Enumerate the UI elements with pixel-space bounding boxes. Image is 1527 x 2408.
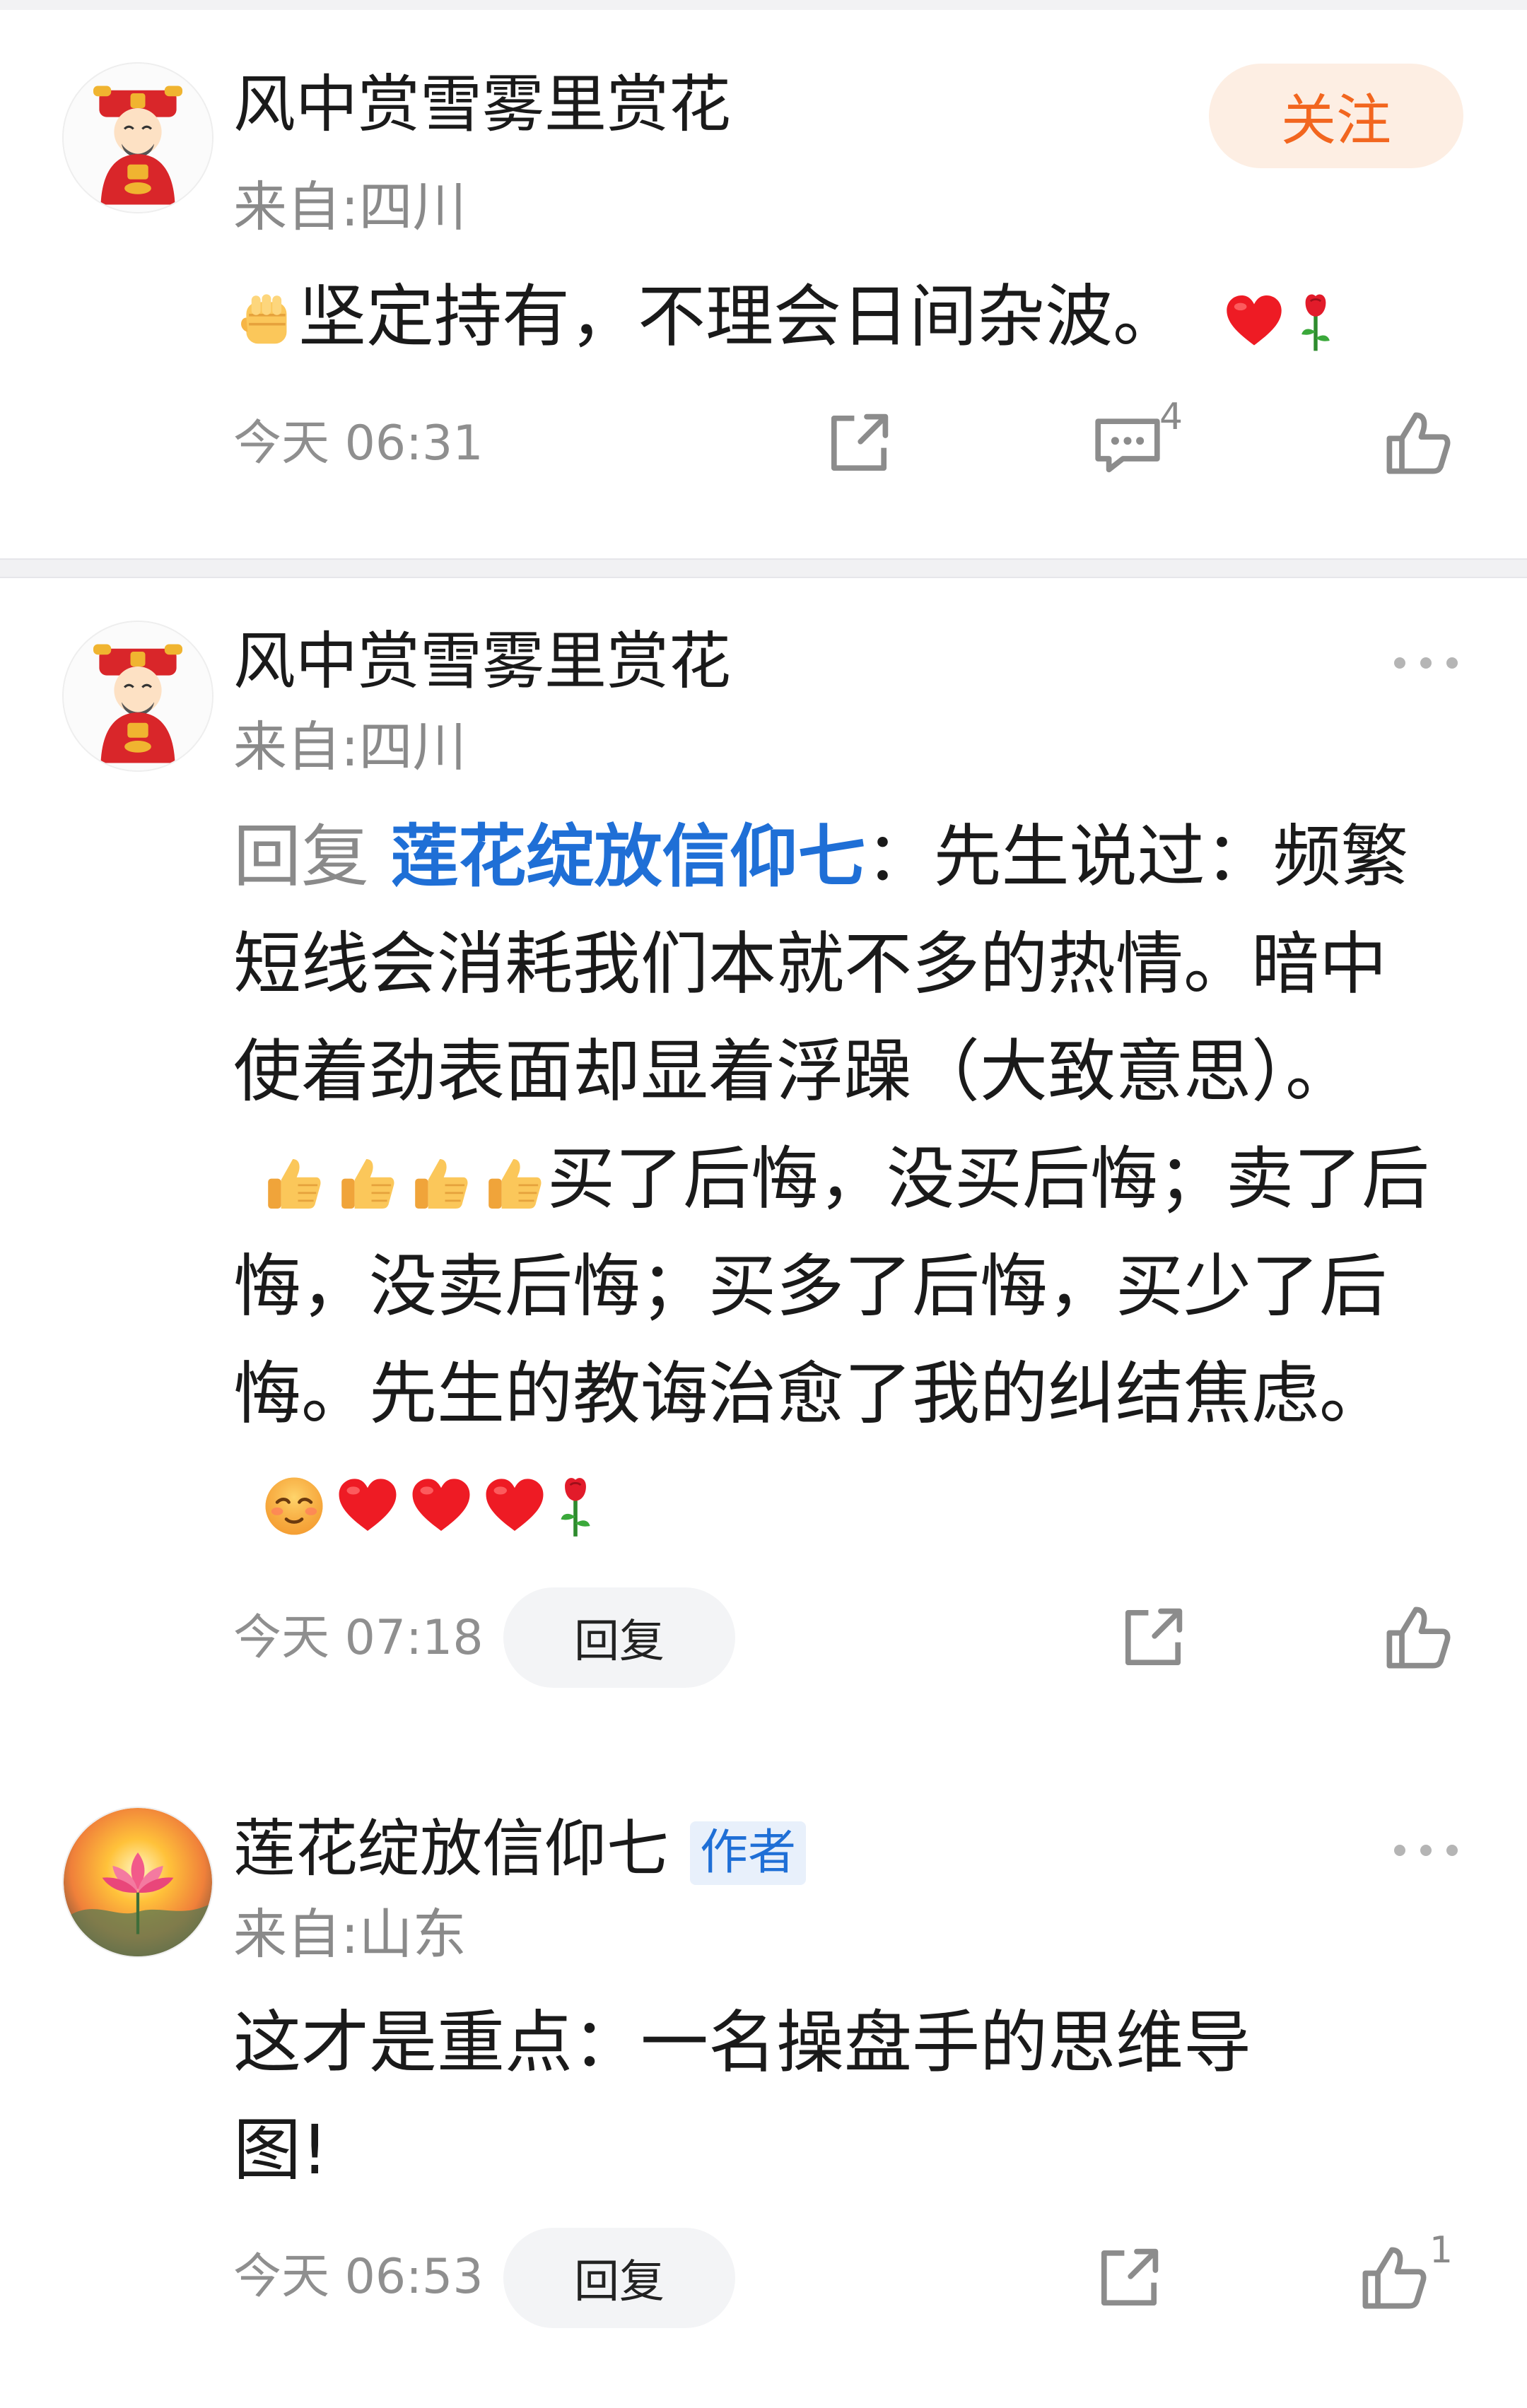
username-text: 莲花绽放信仰七 xyxy=(233,1812,669,1885)
comment-text: 这才是重点：一名操盘手的思维导图! xyxy=(233,2003,1251,2190)
timestamp: 今天 06:53 xyxy=(233,2249,484,2305)
lotus-avatar-icon xyxy=(64,1808,212,1956)
more-dots-icon[interactable] xyxy=(1387,1836,1465,1864)
location-label: 来自:山东 xyxy=(233,1903,467,1966)
like-count: 1 xyxy=(1429,2229,1453,2272)
share-icon[interactable] xyxy=(1090,2239,1168,2317)
comment-3: 莲花绽放信仰七 作者 来自:山东 这才是重点：一名操盘手的思维导图! 今天 06:… xyxy=(0,0,1527,2408)
like-icon[interactable] xyxy=(1355,2239,1432,2317)
avatar[interactable] xyxy=(62,1807,213,1958)
author-badge: 作者 xyxy=(690,1821,807,1886)
reply-button[interactable]: 回复 xyxy=(503,2228,735,2328)
username[interactable]: 莲花绽放信仰七 作者 xyxy=(233,1812,807,1886)
